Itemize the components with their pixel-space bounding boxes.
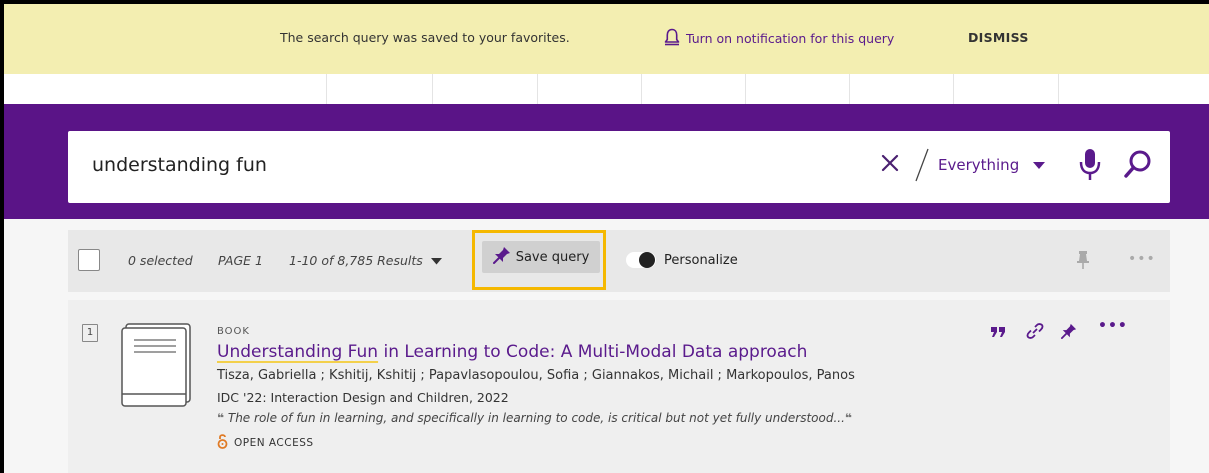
scope-label: Everything bbox=[938, 156, 1020, 174]
result-snippet: ❝ The role of fun in learning, and speci… bbox=[217, 411, 852, 425]
divider-slash bbox=[914, 147, 930, 187]
nav-divider bbox=[641, 74, 642, 104]
nav-divider bbox=[1058, 74, 1059, 104]
title-rest: in Learning to Code: A Multi-Modal Data … bbox=[378, 342, 808, 362]
page-indicator: PAGE 1 bbox=[218, 253, 263, 268]
nav-divider bbox=[745, 74, 746, 104]
chevron-down-icon bbox=[1033, 156, 1046, 174]
pin-icon bbox=[492, 246, 511, 268]
notification-bar: The search query was saved to your favor… bbox=[4, 4, 1209, 74]
result-item: 1 BOOK Understanding Fun in Learning to … bbox=[68, 300, 1170, 473]
quote-open-icon: ❝ bbox=[217, 411, 225, 425]
search-band: understanding fun Everything bbox=[4, 104, 1209, 219]
open-access-badge: OPEN ACCESS bbox=[217, 433, 314, 452]
pin-icon[interactable] bbox=[1061, 322, 1077, 344]
personalize-label: Personalize bbox=[664, 252, 738, 268]
open-access-label: OPEN ACCESS bbox=[234, 436, 314, 449]
results-count-dropdown[interactable]: 1-10 of 8,785 Results bbox=[289, 253, 442, 268]
personalize-toggle[interactable]: Personalize bbox=[626, 252, 738, 268]
scope-dropdown[interactable]: Everything bbox=[938, 156, 1046, 174]
open-access-icon bbox=[217, 433, 228, 452]
microphone-icon[interactable] bbox=[1079, 148, 1101, 186]
book-thumbnail-icon[interactable] bbox=[120, 322, 194, 412]
result-authors: Tisza, Gabriella ; Kshitij, Kshitij ; Pa… bbox=[217, 368, 855, 383]
selected-count: 0 selected bbox=[128, 253, 193, 268]
quote-close-icon: ❝ bbox=[844, 411, 852, 425]
pin-icon[interactable] bbox=[1076, 250, 1090, 274]
results-count: 1-10 of 8,785 Results bbox=[289, 253, 423, 268]
more-icon[interactable]: ••• bbox=[1098, 318, 1128, 334]
quote-icon[interactable] bbox=[990, 324, 1006, 343]
app-frame: The search query was saved to your favor… bbox=[4, 4, 1209, 473]
result-number: 1 bbox=[82, 324, 98, 342]
toggle-switch bbox=[626, 252, 656, 268]
select-all-checkbox[interactable] bbox=[78, 249, 100, 271]
turn-on-notification-link[interactable]: Turn on notification for this query bbox=[664, 28, 894, 49]
notification-message: The search query was saved to your favor… bbox=[280, 30, 570, 45]
result-publication: IDC '22: Interaction Design and Children… bbox=[217, 390, 509, 405]
search-input[interactable]: understanding fun bbox=[92, 154, 267, 176]
nav-divider bbox=[326, 74, 327, 104]
snippet-text: The role of fun in learning, and specifi… bbox=[227, 411, 845, 425]
nav-strip bbox=[4, 74, 1209, 104]
search-bar: understanding fun Everything bbox=[68, 131, 1170, 203]
result-type: BOOK bbox=[217, 326, 250, 337]
nav-divider bbox=[432, 74, 433, 104]
notification-link-label: Turn on notification for this query bbox=[686, 31, 895, 46]
save-query-button[interactable]: Save query bbox=[482, 241, 600, 273]
title-highlight: Understanding Fun bbox=[217, 342, 379, 362]
nav-divider bbox=[849, 74, 850, 104]
nav-divider bbox=[537, 74, 538, 104]
search-icon[interactable] bbox=[1124, 150, 1152, 184]
save-query-label: Save query bbox=[515, 249, 590, 265]
nav-divider bbox=[953, 74, 954, 104]
more-icon[interactable]: ••• bbox=[1128, 251, 1156, 267]
bell-icon bbox=[664, 28, 680, 49]
chevron-down-icon bbox=[430, 253, 442, 268]
results-toolbar: 0 selected PAGE 1 1-10 of 8,785 Results … bbox=[68, 230, 1170, 292]
dismiss-button[interactable]: DISMISS bbox=[968, 30, 1029, 45]
result-title-link[interactable]: Understanding Fun in Learning to Code: A… bbox=[217, 342, 807, 362]
clear-icon[interactable] bbox=[880, 153, 900, 177]
link-icon[interactable] bbox=[1026, 322, 1044, 344]
